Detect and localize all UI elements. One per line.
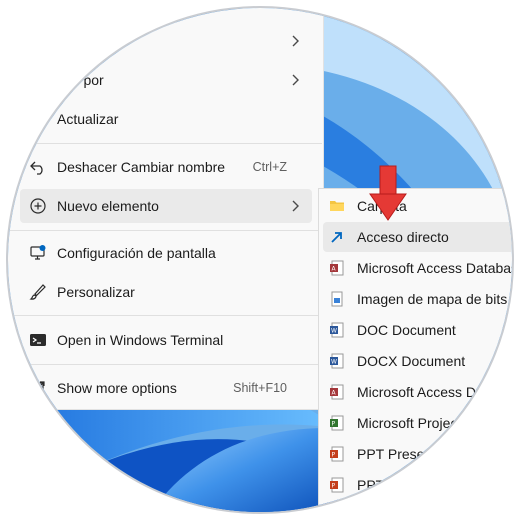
menu-item-more-options-shortcut: Shift+F10 xyxy=(233,381,287,395)
red-down-arrow-icon xyxy=(369,165,407,221)
menu-item-terminal-label: Open in Windows Terminal xyxy=(57,332,224,348)
menu-separator xyxy=(8,315,322,316)
submenu-item-pptx[interactable]: P PPTX P xyxy=(323,470,512,500)
menu-item-sort-by[interactable]: lar por xyxy=(20,63,312,97)
access-icon: A xyxy=(330,260,344,276)
submenu-item-bitmap[interactable]: Imagen de mapa de bits xyxy=(323,284,512,314)
submenu-item-shortcut[interactable]: Acceso directo xyxy=(323,222,512,252)
shortcut-arrow-icon xyxy=(331,232,342,243)
submenu-item-project[interactable]: P Microsoft Project D xyxy=(323,408,512,438)
undo-icon xyxy=(29,158,47,176)
submenu-item-folder[interactable]: Carpeta xyxy=(323,191,512,221)
menu-item-more-options[interactable]: Show more options Shift+F10 xyxy=(20,371,312,405)
submenu-item-access-db[interactable]: A Microsoft Access Database xyxy=(323,253,514,283)
menu-separator xyxy=(8,143,322,144)
menu-item-refresh[interactable]: Actualizar xyxy=(20,102,312,136)
word-icon: W xyxy=(330,322,344,338)
menu-item-new[interactable]: Nuevo elemento xyxy=(20,189,312,223)
submenu-item-label: Acceso directo xyxy=(357,229,449,245)
folder-icon xyxy=(330,201,344,211)
powerpoint-icon: P xyxy=(330,446,344,462)
menu-item-more-options-label: Show more options xyxy=(57,380,177,396)
menu-separator xyxy=(8,230,322,231)
terminal-icon xyxy=(29,331,47,349)
share-icon xyxy=(29,379,47,397)
powerpoint-icon: P xyxy=(330,477,344,493)
svg-text:P: P xyxy=(332,452,336,459)
menu-separator xyxy=(8,364,322,365)
chevron-right-icon xyxy=(292,35,299,47)
menu-item-undo-shortcut: Ctrl+Z xyxy=(252,160,287,174)
submenu-item-label: Imagen de mapa de bits xyxy=(357,291,508,307)
menu-item-refresh-label: Actualizar xyxy=(57,111,119,127)
menu-item-sort-by-label: lar por xyxy=(64,72,104,88)
submenu-item-label: DOCX Document xyxy=(357,353,466,369)
chevron-right-icon xyxy=(292,200,299,212)
menu-item-terminal[interactable]: Open in Windows Terminal xyxy=(20,323,312,357)
menu-item-undo[interactable]: Deshacer Cambiar nombre Ctrl+Z xyxy=(20,150,312,184)
submenu-item-label: PPTX P xyxy=(357,477,407,493)
menu-item-personalize[interactable]: Personalizar xyxy=(20,275,312,309)
svg-text:W: W xyxy=(331,328,337,335)
menu-item-undo-label: Deshacer Cambiar nombre xyxy=(57,159,226,175)
submenu-item-ppt[interactable]: P PPT Presentatio xyxy=(323,439,512,469)
svg-text:P: P xyxy=(332,483,336,490)
svg-text:P: P xyxy=(332,421,336,428)
chevron-right-icon xyxy=(292,74,299,86)
project-icon: P xyxy=(330,415,344,431)
menu-item-display[interactable]: Configuración de pantalla xyxy=(20,236,312,270)
svg-text:W: W xyxy=(331,359,337,366)
word-icon: W xyxy=(330,353,344,369)
bitmap-icon xyxy=(331,291,343,307)
submenu-item-label: Microsoft Access Data xyxy=(357,384,496,400)
context-menu: lar por Actualizar Deshacer Cambiar nomb… xyxy=(8,8,324,410)
new-item-submenu: Carpeta Acceso directo A Microsoft Acces… xyxy=(318,188,514,512)
menu-item-new-label: Nuevo elemento xyxy=(57,198,159,214)
submenu-item-label: DOC Document xyxy=(357,322,456,338)
plus-circle-icon xyxy=(29,197,47,215)
submenu-item-docx[interactable]: W DOCX Document xyxy=(323,346,512,376)
access-icon: A xyxy=(330,384,344,400)
submenu-item-access-data[interactable]: A Microsoft Access Data xyxy=(323,377,512,407)
submenu-item-label: Microsoft Project D xyxy=(357,415,476,431)
menu-item-personalize-label: Personalizar xyxy=(57,284,135,300)
brush-icon xyxy=(29,283,47,301)
menu-item-top[interactable] xyxy=(20,24,312,58)
submenu-item-doc[interactable]: W DOC Document xyxy=(323,315,512,345)
submenu-item-label: PPT Presentatio xyxy=(357,446,459,462)
monitor-gear-icon xyxy=(29,244,47,262)
submenu-item-label: Microsoft Access Database xyxy=(357,260,514,276)
menu-item-display-label: Configuración de pantalla xyxy=(57,245,216,261)
magnifier-circle: lar por Actualizar Deshacer Cambiar nomb… xyxy=(6,6,514,514)
